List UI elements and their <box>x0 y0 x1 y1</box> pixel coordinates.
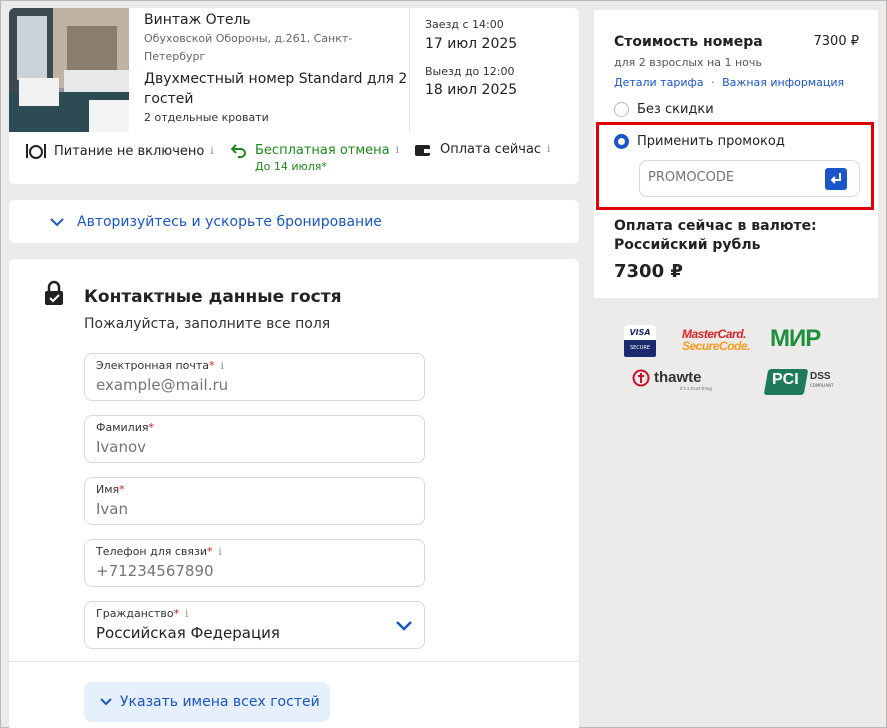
visa-logo-text: VISA <box>624 325 656 340</box>
email-label: Электронная почта <box>96 359 210 372</box>
phone-label: Телефон для связи <box>96 545 208 558</box>
thawte-sub: it's a trust thing <box>680 386 712 391</box>
checkout-label: Выезд до 12:00 <box>425 65 515 78</box>
tariff-details-link[interactable]: Детали тарифа <box>614 76 704 89</box>
price-title: Стоимость номера <box>614 34 763 50</box>
contact-title: Контактные данные гостя <box>84 287 342 307</box>
pay-currency-line1: Оплата сейчас в валюте: <box>614 218 817 234</box>
chevron-down-icon[interactable] <box>396 621 412 631</box>
pci-text: PCI <box>772 371 799 388</box>
promo-input[interactable] <box>648 170 818 185</box>
pay-currency-line2: Российский рубль <box>614 237 761 253</box>
checkin-label: Заезд с 14:00 <box>425 18 504 31</box>
links-separator: · <box>711 76 715 89</box>
no-discount-radio[interactable] <box>614 102 629 117</box>
total-amount: 7300 ₽ <box>614 261 683 282</box>
chevron-down-icon <box>100 698 112 706</box>
enter-icon <box>830 173 841 184</box>
citizenship-value: Российская Федерация <box>96 624 280 642</box>
meal-label: Питание не включено <box>54 143 205 159</box>
chevron-down-icon <box>50 217 64 226</box>
important-info-link[interactable]: Важная информация <box>722 76 844 89</box>
email-input[interactable] <box>96 376 396 394</box>
thawte-text: thawte <box>654 369 702 386</box>
mastercard-line2: SecureCode. <box>682 339 750 353</box>
price-card: Стоимость номера 7300 ₽ для 2 взрослых н… <box>594 10 878 298</box>
required-mark: * <box>148 421 154 434</box>
room-beds: 2 отдельные кровати <box>144 111 269 124</box>
name-field[interactable]: Имя* <box>84 477 425 525</box>
hotel-photo-image <box>9 8 129 132</box>
cancel-feature: Бесплатная отмена i До 14 июля* <box>231 142 399 173</box>
guests-names-label: Указать имена всех гостей <box>120 694 320 710</box>
surname-label: Фамилия <box>96 421 149 434</box>
meal-icon <box>26 144 46 159</box>
surname-field[interactable]: Фамилия* <box>84 415 425 463</box>
email-info-icon[interactable]: i <box>221 361 224 372</box>
checkin-date: 17 июл 2025 <box>425 36 518 52</box>
room-name-line2: гостей <box>144 91 194 107</box>
required-mark: * <box>173 607 180 620</box>
surname-input[interactable] <box>96 438 396 456</box>
name-label: Имя <box>96 483 120 496</box>
apply-promo-radio[interactable] <box>614 134 629 149</box>
promo-field[interactable] <box>639 160 860 197</box>
dss-text: DSS <box>810 371 831 382</box>
form-divider <box>9 661 579 662</box>
dss-sub: COMPLIANT <box>810 383 834 388</box>
cancel-info-icon[interactable]: i <box>396 145 399 156</box>
visa-secure-logo: VISA SECURE <box>624 325 656 357</box>
price-links: Детали тарифа · Важная информация <box>614 76 844 89</box>
required-mark: * <box>119 483 125 496</box>
undo-icon <box>231 144 246 158</box>
hotel-address-line1: Обуховской Обороны, д.261, Санкт- <box>144 32 353 45</box>
apply-promo-label: Применить промокод <box>637 134 785 149</box>
meal-info-icon[interactable]: i <box>210 146 213 157</box>
hotel-photo[interactable] <box>9 8 129 132</box>
hotel-address-line2: Петербург <box>144 50 206 63</box>
citizenship-select[interactable]: Гражданство* i Российская Федерация <box>84 601 425 649</box>
promo-submit-button[interactable] <box>825 168 847 190</box>
phone-input[interactable] <box>96 562 396 580</box>
price-subtitle: для 2 взрослых на 1 ночь <box>614 56 762 69</box>
checkout-date: 18 июл 2025 <box>425 82 518 98</box>
contact-subtitle: Пожалуйста, заполните все поля <box>84 316 331 332</box>
phone-field[interactable]: Телефон для связи* i <box>84 539 425 587</box>
hotel-name[interactable]: Винтаж Отель <box>144 12 251 28</box>
auth-card[interactable]: Авторизуйтесь и ускорьте бронирование <box>9 200 579 243</box>
payment-info-icon[interactable]: i <box>547 144 550 155</box>
citizenship-label: Гражданство <box>96 607 174 620</box>
citizenship-info-icon[interactable]: i <box>185 609 188 620</box>
lock-icon <box>45 280 63 305</box>
mir-logo: МИР <box>770 325 821 352</box>
cancel-label: Бесплатная отмена <box>255 142 390 158</box>
payment-feature: Оплата сейчас i <box>414 142 550 157</box>
meal-feature: Питание не включено i <box>26 142 214 160</box>
thawte-mark-icon <box>632 369 650 387</box>
cancel-deadline: До 14 июля* <box>255 160 327 173</box>
guests-names-button[interactable]: Указать имена всех гостей <box>84 682 330 722</box>
pci-dss-logo: PCI DSS COMPLIANT <box>763 367 836 397</box>
payment-label: Оплата сейчас <box>440 142 542 157</box>
dates-divider <box>409 8 410 132</box>
name-input[interactable] <box>96 500 396 518</box>
auth-link[interactable]: Авторизуйтесь и ускорьте бронирование <box>77 214 382 230</box>
apply-promo-option[interactable]: Применить промокод <box>614 134 785 149</box>
wallet-icon <box>415 144 431 156</box>
visa-logo-sub: SECURE <box>629 345 651 351</box>
no-discount-label: Без скидки <box>637 102 714 117</box>
required-mark: * <box>207 545 213 558</box>
required-mark: * <box>209 359 215 372</box>
price-amount: 7300 ₽ <box>813 34 860 49</box>
mastercard-securecode-logo: MasterCard. SecureCode. <box>682 328 750 352</box>
no-discount-option[interactable]: Без скидки <box>614 102 714 117</box>
phone-info-icon[interactable]: i <box>219 547 222 558</box>
room-name-line1: Двухместный номер Standard для 2 <box>144 71 408 87</box>
hotel-card: Винтаж Отель Обуховской Обороны, д.261, … <box>9 8 579 184</box>
email-field[interactable]: Электронная почта* i <box>84 353 425 401</box>
